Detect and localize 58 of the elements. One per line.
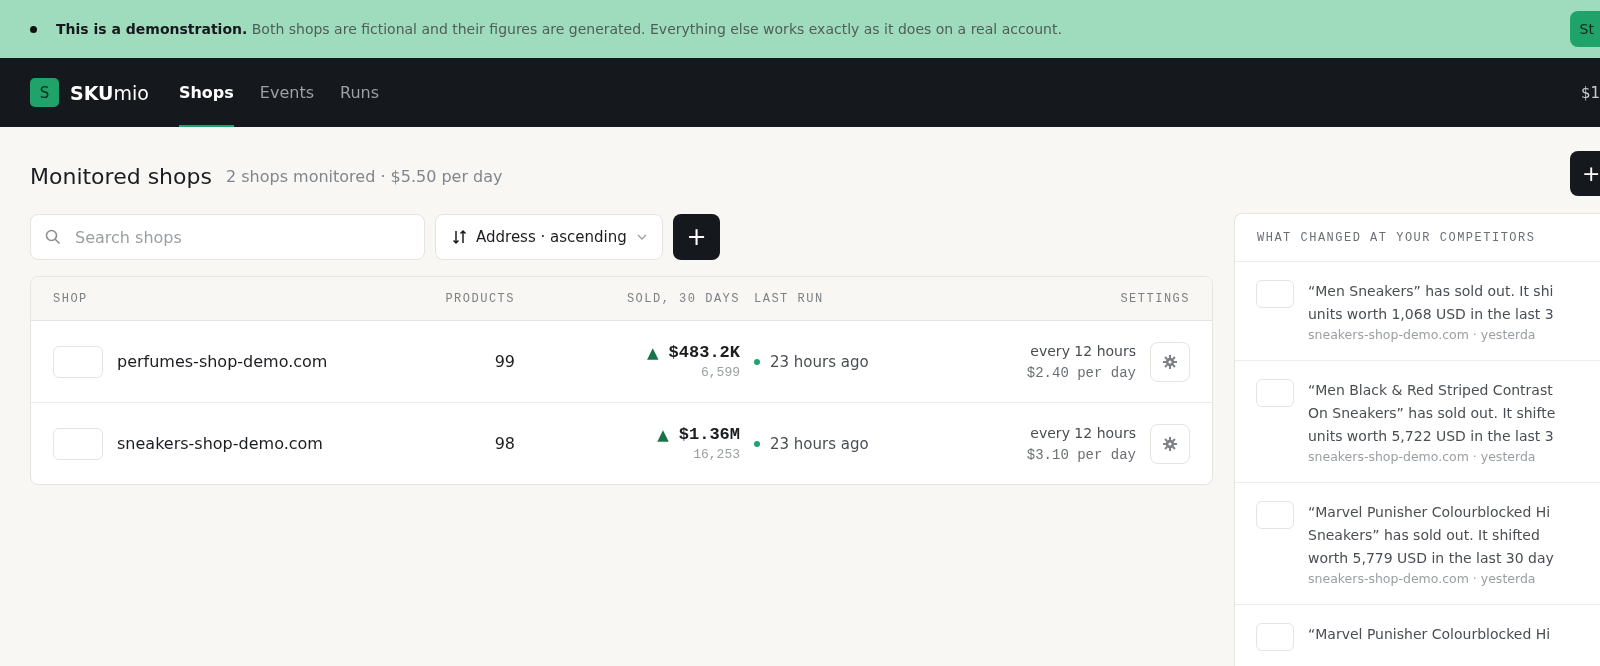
units-sold: 6,599 (701, 365, 740, 380)
shop-domain: sneakers-shop-demo.com (117, 434, 323, 453)
credit-balance: $1 (1580, 83, 1600, 102)
nav-tab[interactable]: Shops (178, 58, 234, 127)
last-run-time: 23 hours ago (770, 352, 869, 371)
product-count: 98 (493, 434, 515, 453)
column-header: PRODUCTS (444, 291, 515, 306)
settings-icon (1162, 353, 1178, 370)
sold-amount: $1.36M (678, 425, 740, 444)
change-description: “Men Sneakers” has sold out. It shi units worth 1,068 USD in the last 3 (1308, 282, 1554, 324)
sort-icon (452, 229, 468, 245)
column-header: SHOP (53, 291, 89, 306)
add-button[interactable]: + (1570, 151, 1600, 196)
panel-title: WHAT CHANGED AT YOUR COMPETITORS (1257, 230, 1536, 245)
product-thumbnail-placeholder (1256, 280, 1294, 308)
chevron-down-icon (636, 233, 648, 241)
banner-button[interactable]: St (1569, 11, 1600, 47)
status-dot-icon (754, 358, 760, 365)
shop-logo-placeholder (53, 345, 103, 378)
change-description: “Marvel Punisher Colourblocked Hi (1308, 625, 1551, 644)
search-field[interactable]: Search shops (30, 214, 425, 260)
trend-up-icon: ▲ (647, 343, 659, 362)
product-thumbnail-placeholder (1256, 623, 1294, 651)
run-schedule: every 12 hours (1030, 424, 1136, 441)
nav-tab[interactable]: Events (259, 58, 314, 127)
page-title: Monitored shops (30, 163, 212, 189)
change-source: sneakers-shop-demo.com · yesterda (1308, 448, 1537, 466)
run-schedule: every 12 hours (1030, 342, 1136, 359)
brand-name: SKUmio (70, 81, 149, 104)
change-description: “Men Black & Red Striped Contrast On Sneakers” has sold out. It shifte units worth 5,722 USD in the last 3 (1308, 381, 1556, 446)
sort-dropdown[interactable]: Address · ascending (435, 214, 663, 260)
trend-up-icon: ▲ (657, 425, 669, 444)
status-dot-icon (754, 440, 760, 447)
product-count: 99 (493, 352, 515, 371)
change-source: sneakers-shop-demo.com · yesterda (1308, 570, 1537, 588)
column-header: LAST RUN (753, 291, 825, 306)
settings-button[interactable] (1150, 341, 1190, 382)
shop-domain: perfumes-shop-demo.com (117, 352, 328, 371)
column-header: SOLD, 30 DAYS (625, 291, 740, 306)
product-thumbnail-placeholder (1256, 501, 1294, 529)
page-subtitle: 2 shops monitored · $5.50 per day (225, 166, 503, 186)
add-shop-button[interactable]: + (673, 214, 720, 260)
daily-cost: $2.40 per day (1026, 364, 1136, 381)
change-description: “Marvel Punisher Colourblocked Hi Sneakers” has sold out. It shifted worth 5,779 USD in the last 30 day (1308, 503, 1554, 568)
last-run-time: 23 hours ago (770, 434, 869, 453)
settings-icon (1162, 435, 1178, 452)
demo-notice: This is a demonstration. Both shops are fictional and their figures are generated. Everything else works exactly as it does on a real account. (56, 21, 1063, 37)
nav-tab[interactable]: Runs (340, 58, 379, 127)
column-header: SETTINGS (1119, 291, 1190, 306)
units-sold: 16,253 (693, 447, 740, 462)
logo-icon: S (30, 78, 59, 107)
shop-logo-placeholder (53, 427, 103, 460)
daily-cost: $3.10 per day (1026, 446, 1136, 463)
change-source: sneakers-shop-demo.com · yesterda (1308, 326, 1537, 344)
sold-amount: $483.2K (668, 343, 740, 362)
bullet-icon (30, 25, 37, 33)
product-thumbnail-placeholder (1256, 379, 1294, 407)
settings-button[interactable] (1150, 423, 1190, 464)
